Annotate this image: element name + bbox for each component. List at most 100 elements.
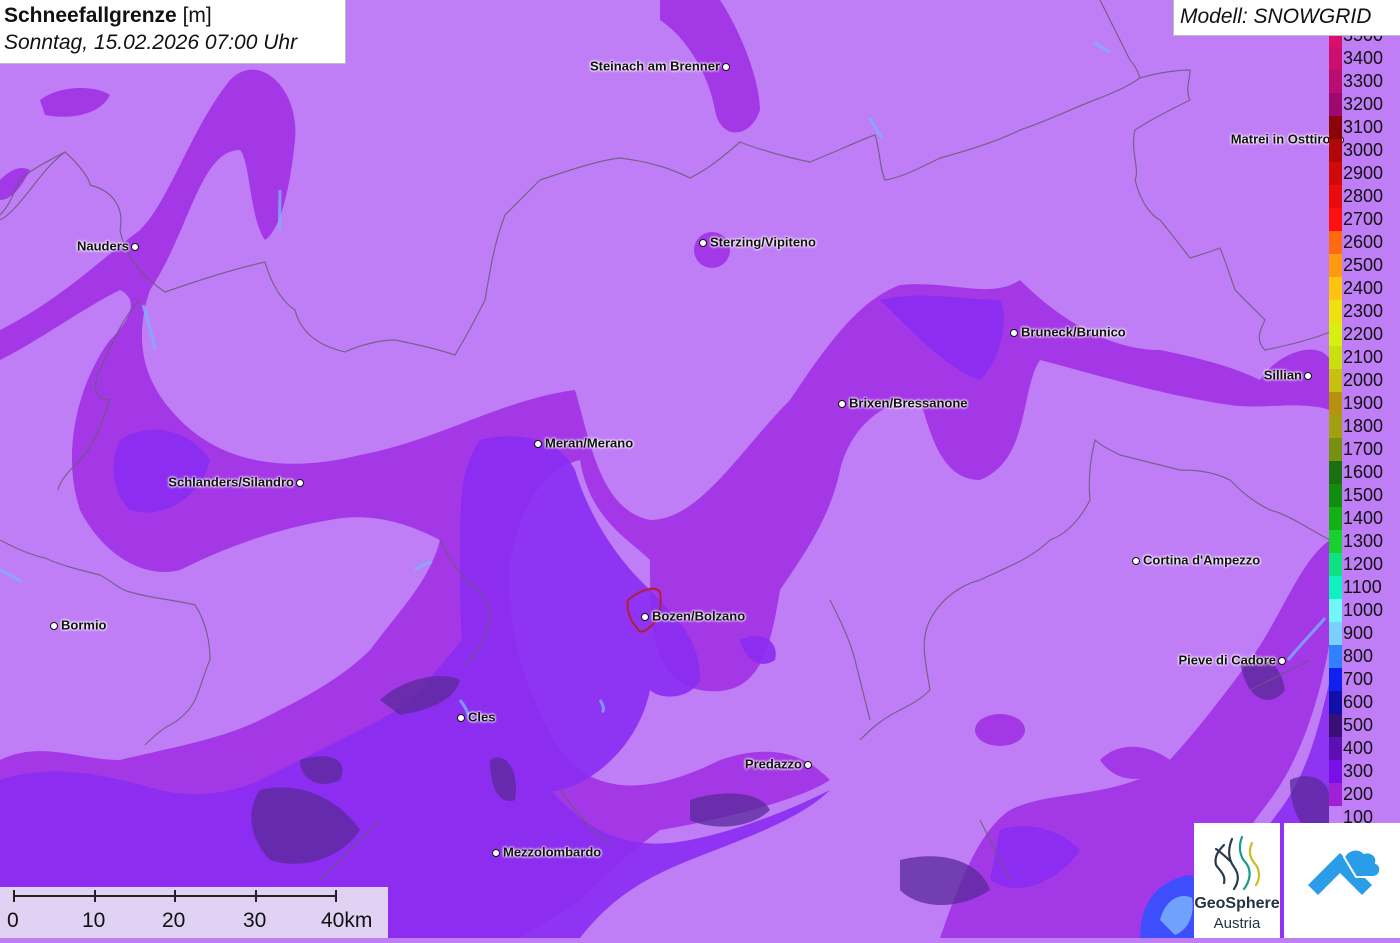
legend-label-1300: 1300 xyxy=(1343,531,1384,551)
scale-label-30: 30 xyxy=(243,909,267,932)
parameter-name: Schneefallgrenze xyxy=(4,4,177,27)
legend-label-3100: 3100 xyxy=(1343,117,1384,137)
legend-label-3200: 3200 xyxy=(1343,94,1384,114)
legend-label-300: 300 xyxy=(1343,761,1374,781)
legend-label-3500: 3500 xyxy=(1343,36,1383,44)
color-legend: 3500 3400 3300 3200 3100 3000 2900 2800 2700 2600… xyxy=(1329,36,1400,826)
legend-label-1600: 1600 xyxy=(1343,462,1384,482)
scale-bar-line xyxy=(13,890,337,902)
scale-label-0: 0 xyxy=(7,909,19,932)
legend-swatch-2700 xyxy=(1329,208,1342,231)
city-marker[interactable] xyxy=(1278,657,1286,665)
legend-swatch-200 xyxy=(1329,783,1342,806)
city-label: Sterzing/Vipiteno xyxy=(710,234,816,250)
city-label: Matrei in Osttirol xyxy=(1230,131,1334,147)
city-label: Mezzolombardo xyxy=(503,844,602,860)
parameter-unit: [m] xyxy=(182,4,212,27)
geosphere-logo[interactable]: GeoSphere Austria xyxy=(1194,823,1280,938)
snowfall-line-map[interactable] xyxy=(0,0,1400,938)
legend-label-700: 700 xyxy=(1343,669,1374,689)
legend-label-2900: 2900 xyxy=(1343,163,1384,183)
city-marker[interactable] xyxy=(1010,329,1018,337)
chevron-cloud-icon xyxy=(1308,848,1382,895)
legend-swatch-3000 xyxy=(1329,139,1342,162)
legend-label-2800: 2800 xyxy=(1343,186,1384,206)
legend-label-2600: 2600 xyxy=(1343,232,1384,252)
city-marker[interactable] xyxy=(50,622,58,630)
legend-label-3000: 3000 xyxy=(1343,140,1384,160)
legend-label-1900: 1900 xyxy=(1343,393,1384,413)
city-label: Bruneck/Brunico xyxy=(1021,324,1126,340)
city-label: Brixen/Bressanone xyxy=(849,395,968,411)
legend-label-2200: 2200 xyxy=(1343,324,1384,344)
city-label: Bormio xyxy=(61,617,107,633)
city-marker[interactable] xyxy=(804,761,812,769)
scale-bar: 0 10 20 30 40km xyxy=(0,887,388,938)
city-marker[interactable] xyxy=(1132,557,1140,565)
legend-label-900: 900 xyxy=(1343,623,1374,643)
legend-label-2300: 2300 xyxy=(1343,301,1384,321)
legend-swatch-1500 xyxy=(1329,484,1342,507)
scale-label-40: 40km xyxy=(321,909,373,932)
legend-label-2400: 2400 xyxy=(1343,278,1384,298)
city-marker[interactable] xyxy=(1304,372,1312,380)
legend-label-2100: 2100 xyxy=(1343,347,1384,367)
legend-swatch-1300 xyxy=(1329,530,1342,553)
legend-swatch-1600 xyxy=(1329,461,1342,484)
legend-swatch-2000 xyxy=(1329,369,1342,392)
legend-swatch-800 xyxy=(1329,645,1342,668)
city-marker[interactable] xyxy=(722,63,730,71)
city-marker[interactable] xyxy=(838,400,846,408)
legend-label-1100: 1100 xyxy=(1343,577,1382,597)
legend-swatch-2500 xyxy=(1329,254,1342,277)
legend-label-1400: 1400 xyxy=(1343,508,1384,528)
legend-swatch-1900 xyxy=(1329,392,1342,415)
legend-swatch-2600 xyxy=(1329,231,1342,254)
city-label: Sillian xyxy=(1263,367,1302,383)
forecast-datetime: Sonntag, 15.02.2026 07:00 Uhr xyxy=(4,31,298,54)
legend-swatch-1000 xyxy=(1329,599,1342,622)
city-label: Steinach am Brenner xyxy=(589,58,720,74)
legend-swatch-300 xyxy=(1329,760,1342,783)
legend-label-1800: 1800 xyxy=(1343,416,1384,436)
legend-label-400: 400 xyxy=(1343,738,1374,758)
city-marker[interactable] xyxy=(492,849,500,857)
city-marker[interactable] xyxy=(534,440,542,448)
legend-swatch-1700 xyxy=(1329,438,1342,461)
legend-label-1000: 1000 xyxy=(1343,600,1384,620)
city-label: Predazzo xyxy=(744,756,802,772)
legend-label-500: 500 xyxy=(1343,715,1374,735)
city-label: Nauders xyxy=(76,238,129,254)
legend-label-1200: 1200 xyxy=(1343,554,1384,574)
city-label: Cortina d'Ampezzo xyxy=(1143,552,1261,568)
legend-swatch-2400 xyxy=(1329,277,1342,300)
legend-swatch-2800 xyxy=(1329,185,1342,208)
legend-label-1500: 1500 xyxy=(1343,485,1384,505)
city-marker[interactable] xyxy=(699,239,707,247)
legend-swatch-3300 xyxy=(1329,70,1342,93)
city-marker[interactable] xyxy=(457,714,465,722)
legend-swatch-3500 xyxy=(1329,36,1342,47)
legend-swatch-1800 xyxy=(1329,415,1342,438)
city-marker[interactable] xyxy=(641,613,649,621)
city-marker[interactable] xyxy=(131,243,139,251)
city-marker[interactable] xyxy=(296,479,304,487)
legend-label-1700: 1700 xyxy=(1343,439,1384,459)
scale-label-10: 10 xyxy=(82,909,106,932)
app-logo[interactable] xyxy=(1284,823,1400,938)
city-label: Cles xyxy=(468,709,496,725)
legend-label-3400: 3400 xyxy=(1343,48,1384,68)
legend-label-3300: 3300 xyxy=(1343,71,1384,91)
legend-swatch-3200 xyxy=(1329,93,1342,116)
map-title: Schneefallgrenze [m] xyxy=(4,3,341,29)
legend-swatch-2100 xyxy=(1329,346,1342,369)
legend-swatch-400 xyxy=(1329,737,1342,760)
city-label: Schlanders/Silandro xyxy=(168,474,294,490)
geosphere-logo-name: GeoSphere xyxy=(1194,895,1280,912)
legend-label-2500: 2500 xyxy=(1343,255,1384,275)
city-label: Pieve di Cadore xyxy=(1178,652,1276,668)
legend-swatch-3400 xyxy=(1329,47,1342,70)
legend-swatch-1100 xyxy=(1329,576,1342,599)
legend-swatch-2300 xyxy=(1329,300,1342,323)
geosphere-logo-country: Austria xyxy=(1213,915,1261,932)
